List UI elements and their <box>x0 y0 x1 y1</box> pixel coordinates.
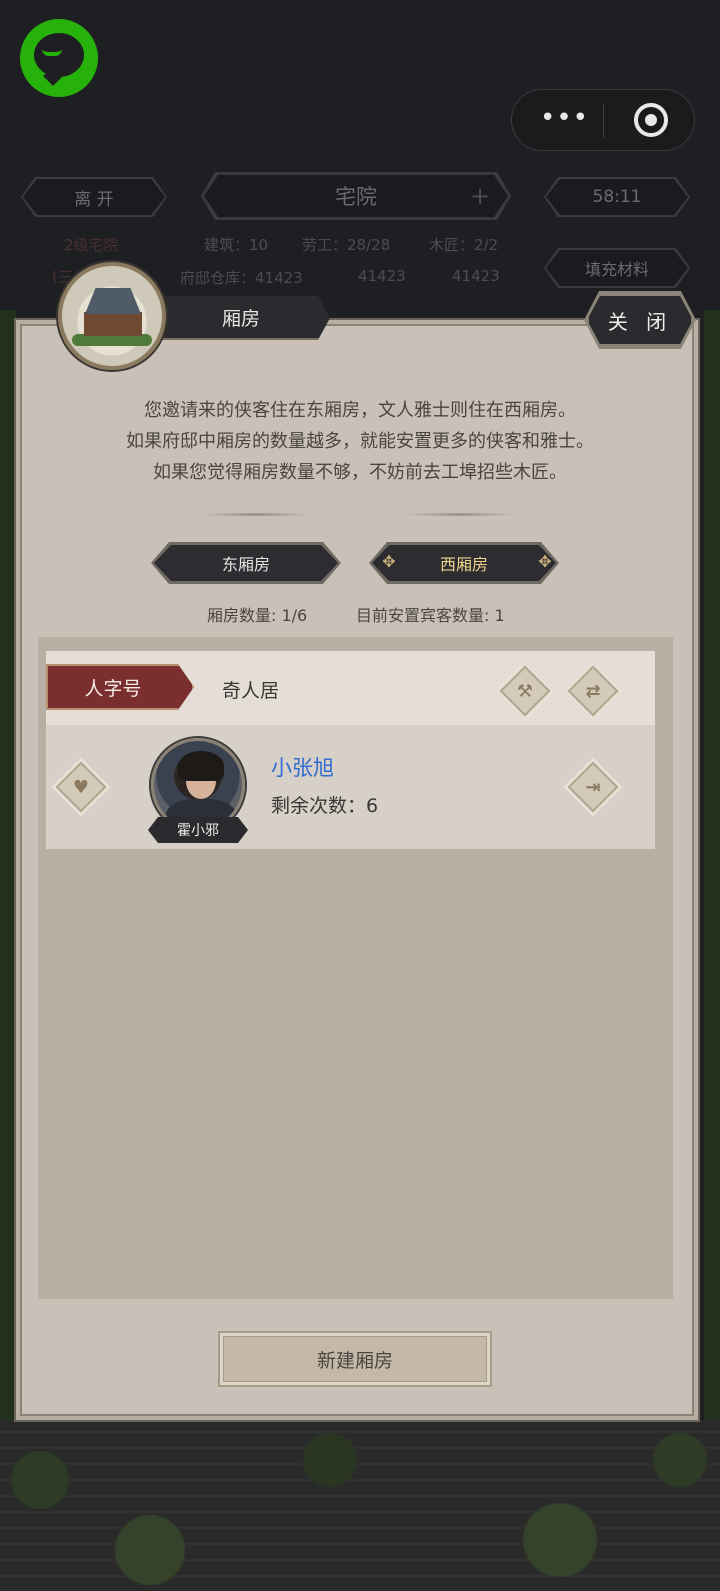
warehouse-resource-3: 41423 <box>452 267 500 285</box>
scene-foliage-right <box>704 310 720 1420</box>
capsule-divider <box>603 104 604 138</box>
flourish-icon: ✥ <box>382 552 396 571</box>
new-room-button[interactable]: 新建厢房 <box>218 1331 492 1387</box>
heart-icon: ♥ <box>72 776 90 798</box>
warehouse-resource-1: 府邸仓库：41423 <box>180 269 303 287</box>
exit-icon: ⇥ <box>585 776 601 798</box>
tab-east-wing[interactable]: 东厢房 <box>154 545 338 581</box>
swap-icon: ⇄ <box>585 680 601 702</box>
carpenter-count: 木匠：2/2 <box>429 236 499 254</box>
scene-background-bottom <box>0 1420 720 1591</box>
labor-count: 劳工：28/28 <box>302 236 391 254</box>
remaining-count: 剩余次数：6 <box>271 795 379 817</box>
guest-name-plate: 霍小邪 <box>148 817 248 843</box>
guest-name[interactable]: 小张旭 <box>271 752 334 782</box>
estate-level: 2级宅院 <box>64 236 119 254</box>
close-button[interactable]: 关 闭 <box>587 294 693 346</box>
leave-button[interactable]: 离 开 <box>23 179 165 215</box>
divider-ornament-right <box>405 513 515 516</box>
dialog-title: 厢房 <box>140 296 330 340</box>
divider-ornament-left <box>200 513 310 516</box>
flourish-icon: ✥ <box>538 552 552 571</box>
miniprogram-capsule: ••• <box>511 89 695 151</box>
description-line-1: 您邀请来的侠客住在东厢房，文人雅士则住在西厢房。 <box>144 400 576 421</box>
warehouse-resource-2: 41423 <box>358 267 406 285</box>
add-icon[interactable]: + <box>470 182 490 210</box>
fill-materials-button[interactable]: 填充材料 <box>546 250 688 286</box>
wechat-logo-icon <box>20 19 98 97</box>
timer: 58:11 <box>546 179 688 215</box>
room-name: 奇人居 <box>222 680 280 702</box>
description-line-3: 如果您觉得厢房数量不够，不妨前去工埠招些木匠。 <box>153 462 567 483</box>
description-line-2: 如果府邸中厢房的数量越多，就能安置更多的侠客和雅士。 <box>126 431 594 452</box>
room-count: 厢房数量: 1/6 <box>207 606 308 625</box>
room-tag: 人字号 <box>46 664 194 710</box>
building-count: 建筑：10 <box>204 236 269 254</box>
guest-row <box>46 725 655 849</box>
more-dots-icon[interactable]: ••• <box>540 105 590 132</box>
building-icon <box>58 262 166 370</box>
tab-west-wing[interactable]: 西厢房 <box>372 545 556 581</box>
target-icon[interactable] <box>634 103 668 137</box>
top-title: 宅院 <box>204 175 508 217</box>
guest-count: 目前安置宾客数量: 1 <box>356 606 505 625</box>
hammer-icon: ⚒ <box>516 680 534 702</box>
